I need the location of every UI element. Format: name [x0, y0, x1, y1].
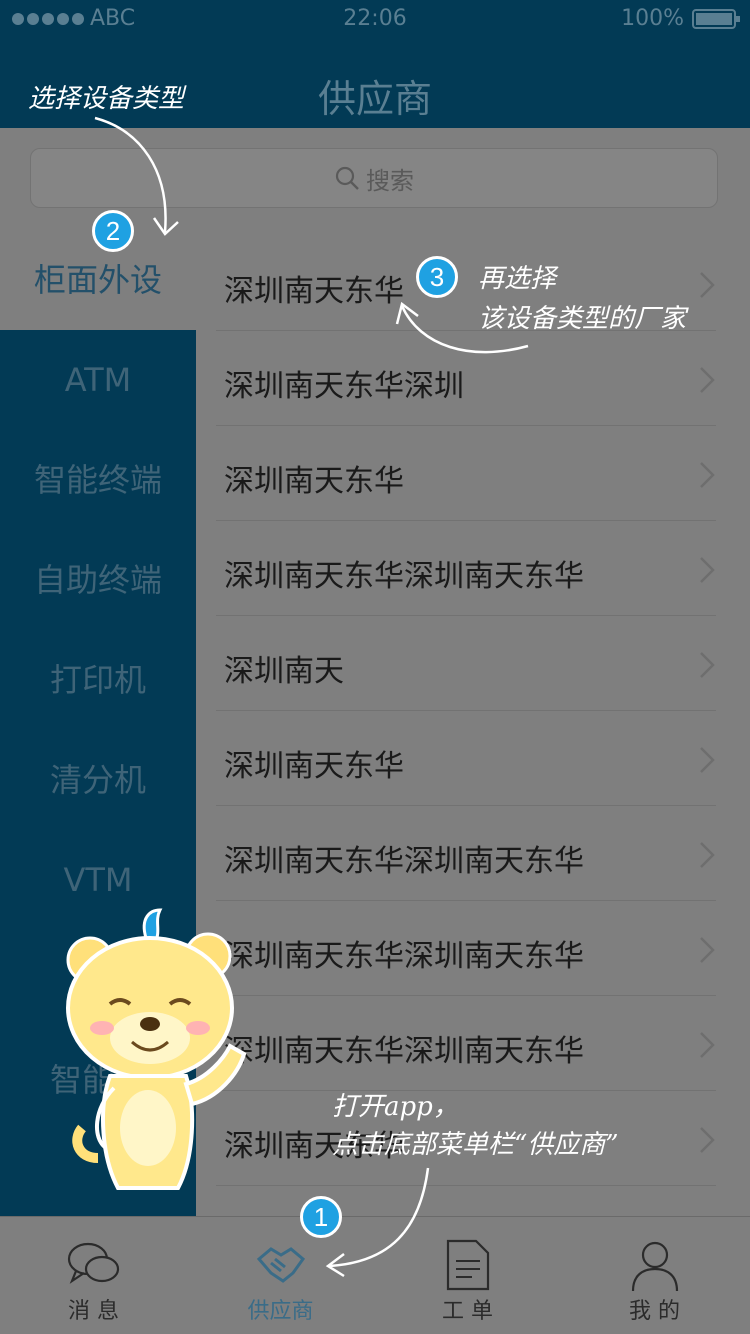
document-icon [446, 1239, 490, 1291]
step-badge-2: 2 [92, 210, 134, 252]
chevron-right-icon [700, 937, 715, 963]
tab-work-orders[interactable]: 工 单 [374, 1217, 561, 1334]
category-item-self-service-terminal[interactable]: 自助终端 [0, 530, 196, 630]
step-badge-3: 3 [416, 256, 458, 298]
chevron-right-icon [700, 272, 715, 298]
category-item-printer[interactable]: 打印机 [0, 630, 196, 730]
chevron-right-icon [700, 747, 715, 773]
chevron-right-icon [700, 842, 715, 868]
vendor-name: 深圳南天东华深圳南天东华 [224, 844, 584, 879]
chevron-right-icon [700, 1032, 715, 1058]
status-bar: ABC 22:06 100% [0, 0, 750, 40]
battery-percent: 100% [621, 6, 684, 31]
vendor-name: 深圳南天东华深圳南天东华 [224, 939, 584, 974]
vendor-name: 深圳南天 [224, 654, 344, 689]
vendor-row[interactable]: 深圳南天东华深圳南天东华 [216, 806, 716, 901]
chevron-right-icon [700, 1127, 715, 1153]
vendor-row[interactable]: 深圳南天东华深圳 [216, 331, 716, 426]
tab-label: 我 的 [629, 1299, 680, 1324]
chevron-right-icon [700, 557, 715, 583]
vendor-name: 深圳南天东华 [224, 274, 404, 309]
vendor-row[interactable]: 深圳南天东华 [216, 426, 716, 521]
step-badge-1: 1 [300, 1196, 342, 1238]
vendor-name: 深圳南天东华 [224, 464, 404, 499]
chevron-right-icon [700, 462, 715, 488]
annotation-step3-line2: 该设备类型的厂家 [478, 304, 687, 334]
vendor-row[interactable]: 深圳南天东华 [216, 711, 716, 806]
vendor-name: 深圳南天东华深圳 [224, 369, 464, 404]
search-placeholder: 搜索 [366, 166, 414, 195]
vendor-name: 深圳南天东华深圳南天东华 [224, 559, 584, 594]
battery-status: 100% [621, 6, 740, 31]
vendor-row[interactable]: 深圳南天东华深圳南天东华 [216, 901, 716, 996]
category-item-smart-terminal[interactable]: 智能终端 [0, 430, 196, 530]
chat-icon [67, 1242, 120, 1284]
vendor-row[interactable]: 深圳南天东华深圳南天东华 [216, 996, 716, 1091]
user-icon [631, 1241, 679, 1292]
annotation-step3-line1: 再选择 [478, 264, 557, 294]
vendor-row[interactable]: 深圳南天东华深圳南天东华 [216, 521, 716, 616]
battery-icon [692, 8, 740, 29]
annotation-step2-text: 选择设备类型 [28, 84, 185, 114]
chevron-right-icon [700, 652, 715, 678]
vendor-row[interactable]: 深圳南天 [216, 616, 716, 711]
category-item-atm[interactable]: ATM [0, 330, 196, 430]
vendor-name: 深圳南天东华 [224, 749, 404, 784]
chevron-right-icon [700, 367, 715, 393]
tab-label: 工 单 [442, 1299, 493, 1324]
handshake-icon [256, 1247, 306, 1283]
tab-messages[interactable]: 消 息 [0, 1217, 187, 1334]
annotation-step1-line1: 打开app， [332, 1092, 459, 1122]
tab-label: 供应商 [247, 1299, 314, 1324]
search-icon [335, 166, 359, 190]
vendor-name: 深圳南天东华深圳南天东华 [224, 1034, 584, 1069]
category-item-sorter[interactable]: 清分机 [0, 730, 196, 830]
search-input[interactable]: 搜索 [30, 148, 718, 208]
bottom-tab-bar: 消 息 供应商 工 单 我 的 [0, 1216, 750, 1334]
tab-suppliers[interactable]: 供应商 [187, 1217, 374, 1334]
tab-label: 消 息 [68, 1299, 119, 1324]
bear-mascot-illustration [66, 908, 247, 1190]
annotation-step1-line2: 点击底部菜单栏“供应商” [332, 1130, 619, 1160]
tab-profile[interactable]: 我 的 [561, 1217, 748, 1334]
